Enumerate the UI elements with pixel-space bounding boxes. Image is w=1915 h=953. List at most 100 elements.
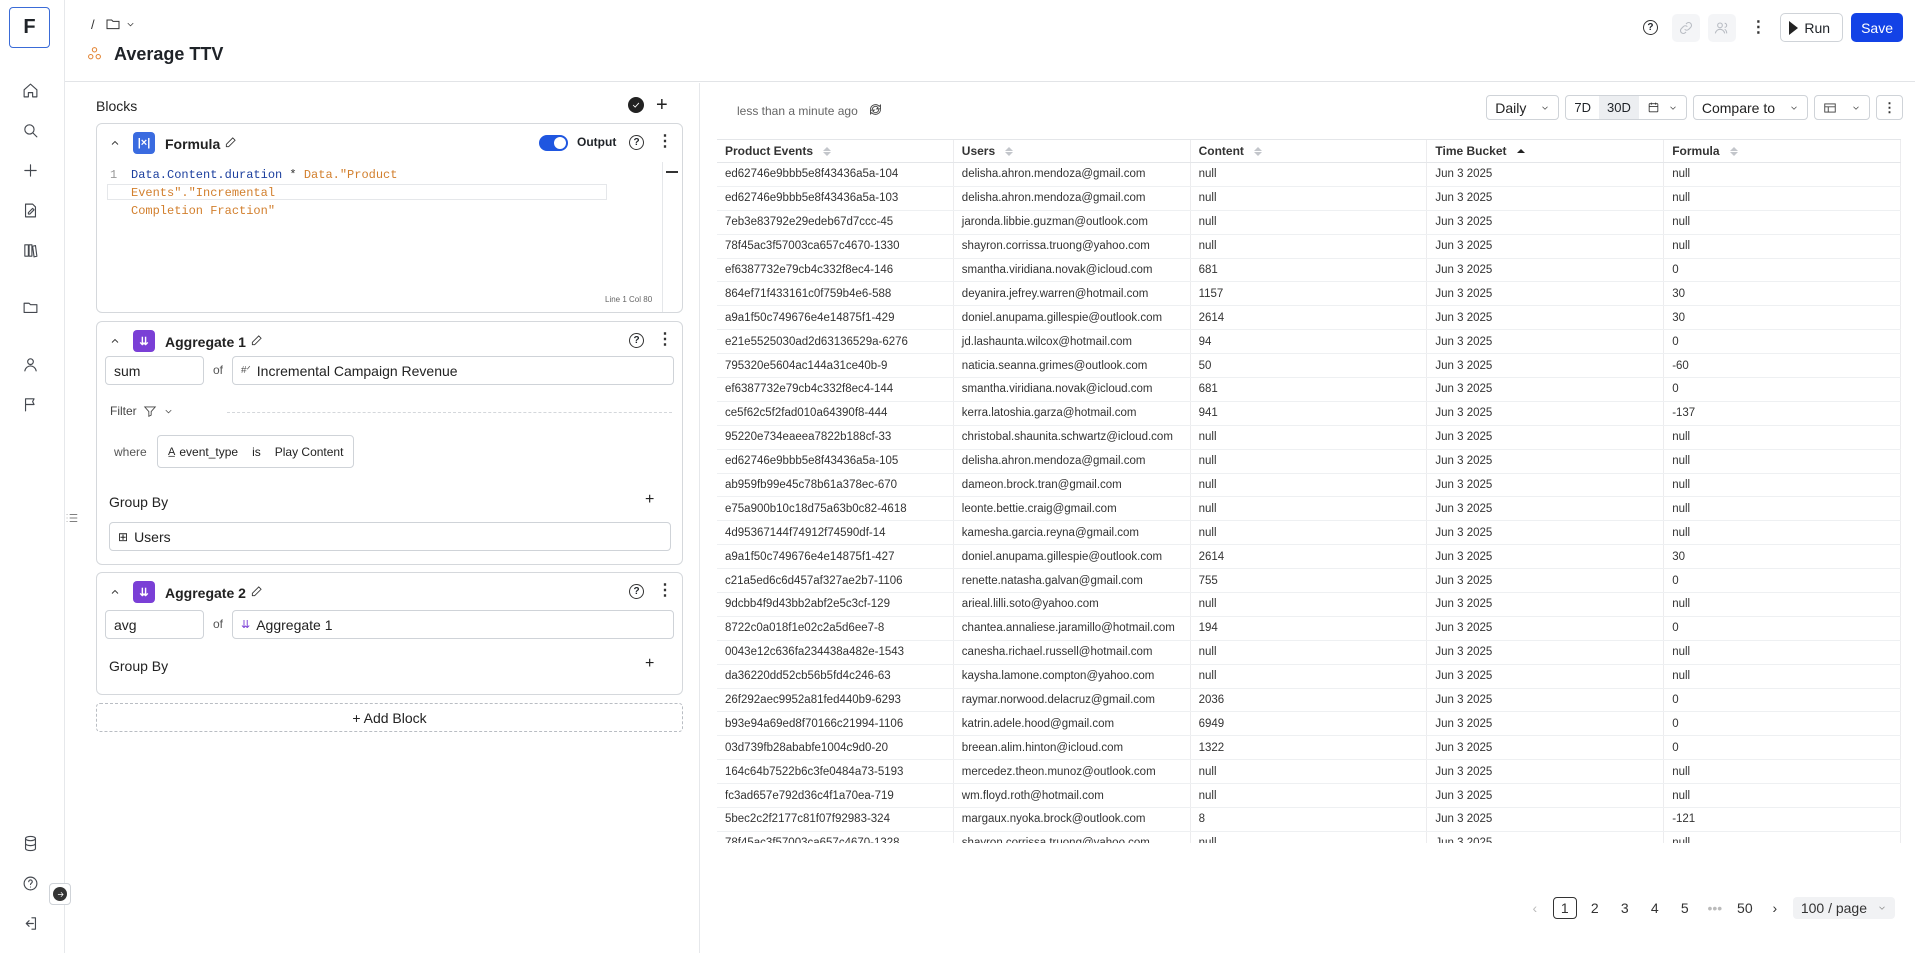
table-row[interactable]: fc3ad657e792d36c4f1a70ea-719 wm.floyd.rot…	[717, 784, 1901, 809]
save-button[interactable]: Save	[1851, 13, 1903, 42]
run-button[interactable]: Run	[1780, 13, 1844, 42]
add-block-icon[interactable]: +	[656, 95, 668, 115]
logout-icon[interactable]	[19, 912, 41, 934]
folder-icon[interactable]	[105, 16, 136, 32]
table-row[interactable]: da36220dd52cb56b5fd4c246-63 kaysha.lamone…	[717, 664, 1901, 689]
help-icon[interactable]: ?	[629, 333, 644, 348]
table-row[interactable]: 4d95367144f74912f74590df-14 kamesha.garci…	[717, 521, 1901, 546]
table-row[interactable]: b93e94a69ed8f70166c21994-1106 katrin.adel…	[717, 712, 1901, 737]
editor-scrollbar[interactable]	[662, 162, 682, 312]
page-2[interactable]: 2	[1583, 897, 1607, 919]
table-row[interactable]: e75a900b10c18d75a63b0c82-4618 leonte.bett…	[717, 497, 1901, 522]
table-row[interactable]: ed62746e9bbb5e8f43436a5a-103 delisha.ahro…	[717, 186, 1901, 211]
sort-icon[interactable]	[1253, 146, 1262, 156]
page-5[interactable]: 5	[1673, 897, 1697, 919]
table-row[interactable]: 95220e734eaeea7822b188cf-33 christobal.sh…	[717, 425, 1901, 450]
aggregate-field-input[interactable]: #ᐟ Incremental Campaign Revenue	[232, 356, 674, 385]
table-row[interactable]: 0043e12c636fa234438a482e-1543 canesha.ric…	[717, 640, 1901, 665]
home-icon[interactable]	[19, 79, 41, 101]
edit-document-icon[interactable]	[19, 199, 41, 221]
range-7d[interactable]: 7D	[1566, 96, 1599, 119]
table-row[interactable]: ed62746e9bbb5e8f43436a5a-104 delisha.ahro…	[717, 163, 1901, 187]
aggregate-field-input[interactable]: ⇊ Aggregate 1	[232, 610, 674, 639]
table-row[interactable]: 7eb3e83792e29edeb67d7ccc-45 jaronda.libbi…	[717, 210, 1901, 235]
outline-icon[interactable]	[65, 511, 79, 525]
refresh-icon[interactable]	[868, 102, 883, 120]
aggregate-function-input[interactable]: sum	[105, 356, 204, 385]
add-group-by-icon[interactable]: +	[645, 492, 654, 508]
pencil-icon[interactable]	[250, 585, 264, 601]
more-options-icon[interactable]: ⋮	[657, 583, 673, 599]
flag-icon[interactable]	[19, 393, 41, 415]
granularity-select[interactable]: Daily	[1486, 95, 1560, 120]
help-icon[interactable]	[19, 872, 41, 894]
chevron-up-icon[interactable]	[109, 586, 121, 598]
more-options-icon[interactable]: ⋮	[1744, 14, 1772, 42]
table-row[interactable]: ed62746e9bbb5e8f43436a5a-105 delisha.ahro…	[717, 449, 1901, 474]
user-icon[interactable]	[19, 353, 41, 375]
aggregate-function-input[interactable]: avg	[105, 610, 204, 639]
column-header[interactable]: Formula	[1664, 140, 1901, 162]
more-options-icon[interactable]: ⋮	[1876, 95, 1903, 120]
calendar-icon[interactable]	[1639, 96, 1686, 119]
table-row[interactable]: 5bec2c2f2177c81f07f92983-324 margaux.nyok…	[717, 808, 1901, 832]
table-row[interactable]: 9dcbb4f9d43bb2abf2e5c3cf-129 arieal.lilli…	[717, 593, 1901, 617]
more-options-icon[interactable]: ⋮	[657, 134, 673, 150]
page-4[interactable]: 4	[1643, 897, 1667, 919]
table-row[interactable]: ab959fb99e45c78b61a378ec-670 dameon.brock…	[717, 473, 1901, 498]
page-title[interactable]: Average TTV	[114, 44, 223, 65]
prev-page-icon[interactable]: ‹	[1523, 897, 1547, 919]
table-row[interactable]: 78f45ac3f57003ca657c4670-1330 shayron.cor…	[717, 234, 1901, 259]
table-row[interactable]: 795320e5604ac144a31ce40b-9 naticia.seanna…	[717, 354, 1901, 379]
page-1[interactable]: 1	[1552, 897, 1577, 919]
help-icon[interactable]: ?	[1636, 14, 1664, 42]
group-by-input[interactable]: ⊞ Users	[109, 522, 671, 551]
app-logo[interactable]: F	[9, 7, 50, 48]
sort-icon[interactable]	[1516, 149, 1525, 153]
table-row[interactable]: ef6387732e79cb4c332f8ec4-146 smantha.viri…	[717, 258, 1901, 283]
table-row[interactable]: 03d739fb28ababfe1004c9d0-20 breean.alim.h…	[717, 736, 1901, 761]
plus-icon[interactable]	[19, 159, 41, 181]
search-icon[interactable]	[19, 119, 41, 141]
share-users-icon[interactable]	[1708, 13, 1737, 42]
page-last[interactable]: 50	[1733, 897, 1757, 919]
sort-icon[interactable]	[823, 146, 832, 156]
folder-icon[interactable]	[19, 296, 41, 318]
table-row[interactable]: a9a1f50c749676e4e14875f1-427 doniel.anupa…	[717, 545, 1901, 570]
database-icon[interactable]	[19, 832, 41, 854]
table-row[interactable]: c21a5ed6c6d457af327ae2b7-1106 renette.nat…	[717, 569, 1901, 594]
page-ellipsis[interactable]: •••	[1703, 897, 1727, 919]
table-row[interactable]: a9a1f50c749676e4e14875f1-429 doniel.anupa…	[717, 306, 1901, 331]
help-icon[interactable]: ?	[629, 584, 644, 599]
column-header[interactable]: Time Bucket	[1427, 140, 1665, 162]
pencil-icon[interactable]	[224, 136, 238, 152]
table-row[interactable]: 78f45ac3f57003ca657c4670-1328shayron.cor…	[717, 831, 1901, 843]
table-row[interactable]: 164c64b7522b6c3fe0484a73-5193 mercedez.th…	[717, 760, 1901, 785]
more-options-icon[interactable]: ⋮	[657, 332, 673, 348]
filter-condition[interactable]: A̲ event_type is Play Content	[157, 435, 355, 468]
chevron-up-icon[interactable]	[109, 137, 121, 149]
page-3[interactable]: 3	[1613, 897, 1637, 919]
table-row[interactable]: 864ef71f433161c0f759b4e6-588 deyanira.jef…	[717, 282, 1901, 307]
pencil-icon[interactable]	[250, 334, 264, 350]
next-page-icon[interactable]: ›	[1763, 897, 1787, 919]
column-header[interactable]: Content	[1191, 140, 1428, 162]
compare-to-select[interactable]: Compare to	[1692, 95, 1808, 120]
link-icon[interactable]	[1672, 13, 1701, 42]
sort-icon[interactable]	[1005, 146, 1014, 156]
chevron-up-icon[interactable]	[109, 335, 121, 347]
sort-icon[interactable]	[1729, 146, 1738, 156]
add-block-button[interactable]: + Add Block	[96, 703, 683, 732]
add-group-by-icon[interactable]: +	[645, 656, 654, 672]
filter-toggle[interactable]: Filter	[110, 404, 174, 418]
table-row[interactable]: e21e5525030ad2d63136529a-6276 jd.lashaunt…	[717, 330, 1901, 355]
library-icon[interactable]	[19, 239, 41, 261]
output-toggle[interactable]	[539, 135, 568, 151]
table-row[interactable]: 26f292aec9952a81fed440b9-6293 raymar.norw…	[717, 688, 1901, 713]
table-row[interactable]: ce5f62c5f2fad010a64390f8-444 kerra.latosh…	[717, 401, 1901, 426]
range-30d[interactable]: 30D	[1598, 96, 1639, 119]
check-circle-icon[interactable]	[628, 97, 644, 113]
table-row[interactable]: ef6387732e79cb4c332f8ec4-144 smantha.viri…	[717, 378, 1901, 402]
column-header[interactable]: Users	[954, 140, 1191, 162]
table-row[interactable]: 8722c0a018f1e02c2a5d6ee7-8 chantea.annali…	[717, 616, 1901, 641]
